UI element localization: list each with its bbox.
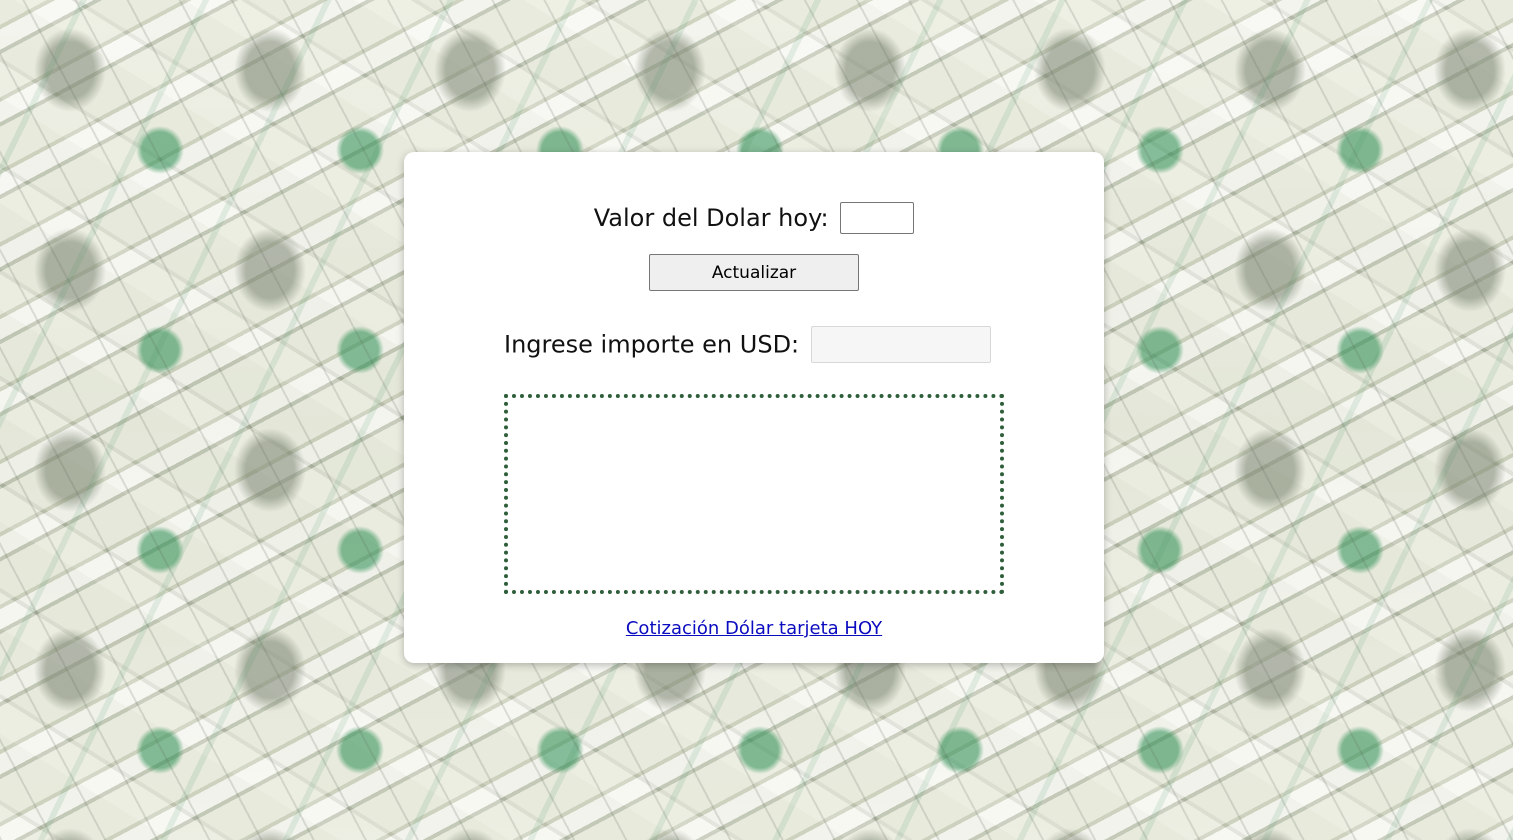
page-background: { "converter": { "rate_label": "Valor de… [0,0,1513,840]
quote-link-row: Cotización Dólar tarjeta HOY [404,618,1104,639]
usd-amount-row: Ingrese importe en USD: [504,326,991,363]
update-button[interactable]: Actualizar [649,254,859,291]
result-box [504,394,1004,594]
converter-card: Valor del Dolar hoy: Actualizar Ingrese … [404,152,1104,663]
usd-amount-label: Ingrese importe en USD: [504,330,800,359]
dollar-rate-label: Valor del Dolar hoy: [593,204,829,232]
usd-amount-input[interactable] [810,326,991,363]
card-dollar-quote-link[interactable]: Cotización Dólar tarjeta HOY [626,618,882,639]
dollar-rate-input[interactable] [840,202,915,234]
dollar-rate-row: Valor del Dolar hoy: [404,202,1104,234]
